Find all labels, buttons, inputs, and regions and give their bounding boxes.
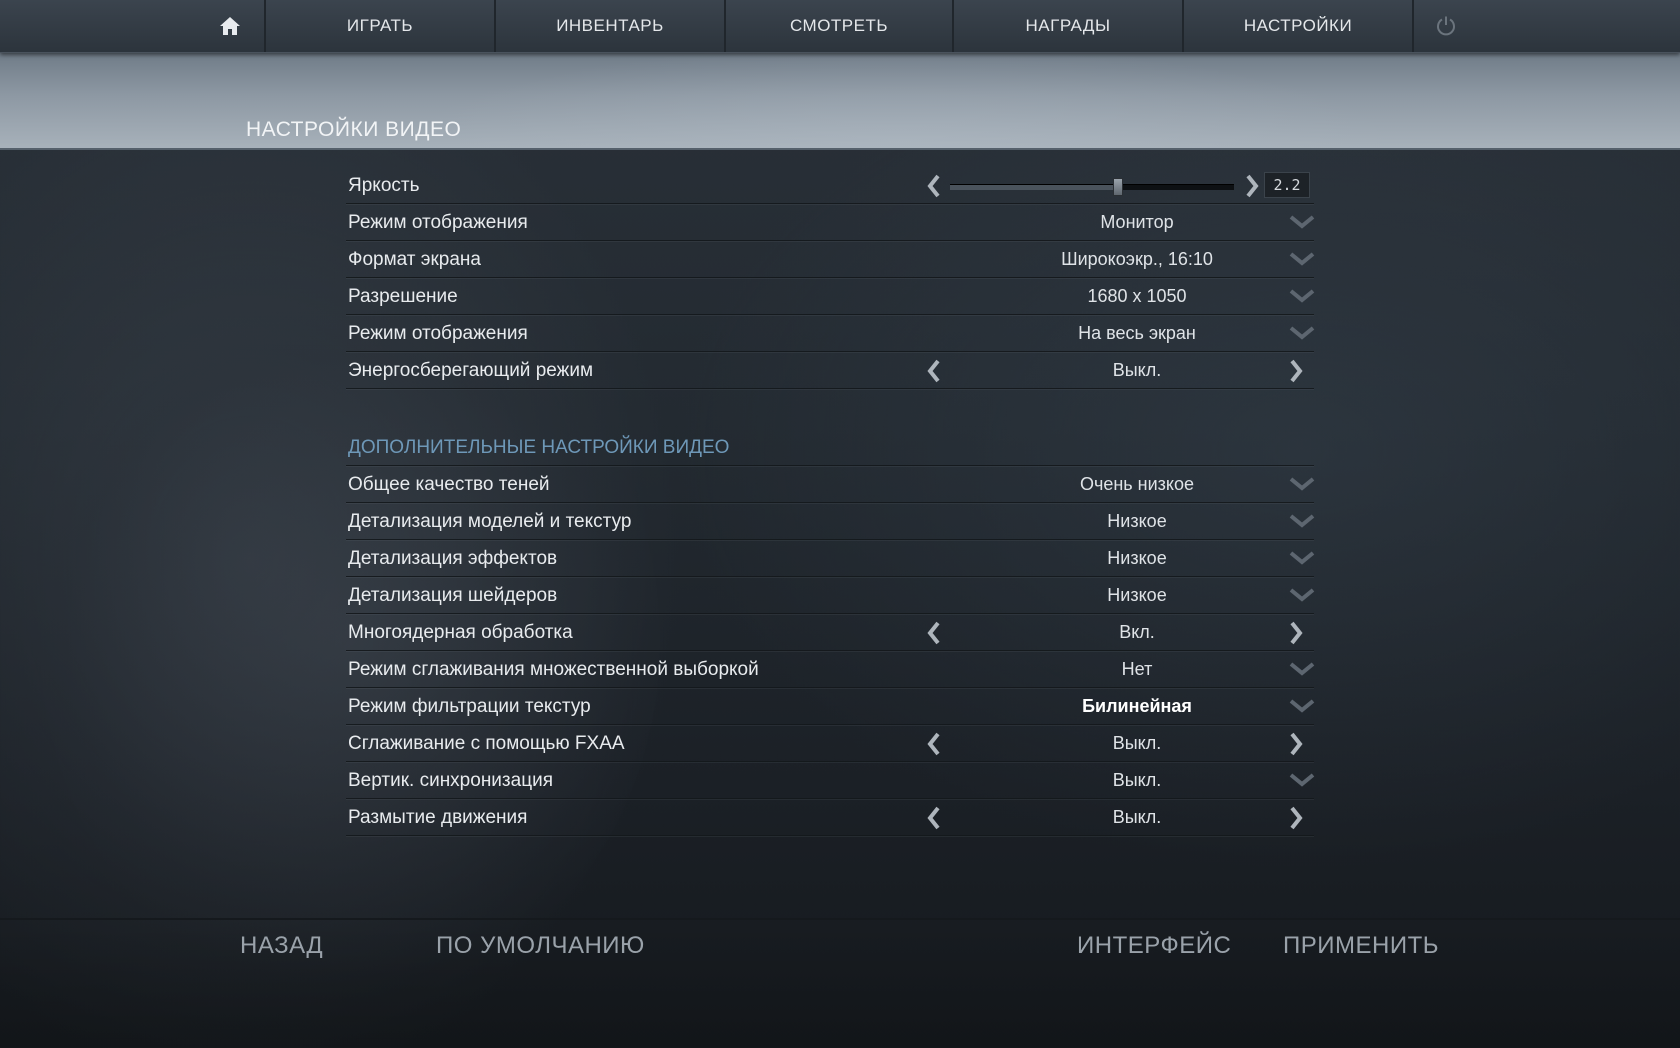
chevron-down-icon[interactable] [1288,586,1316,604]
prev-option-arrow-icon[interactable] [924,806,944,830]
setting-label: Многоядерная обработка [348,622,573,643]
prev-option-arrow-icon[interactable] [924,359,944,383]
setting-label: Детализация моделей и текстур [348,511,632,532]
chevron-down-icon[interactable] [1288,250,1316,268]
chevron-down-icon[interactable] [1288,287,1316,305]
setting-row-fxaa: Сглаживание с помощью FXAA Выкл. [346,726,1314,762]
setting-value: Низкое [1107,585,1167,605]
setting-row-multicore: Многоядерная обработка Вкл. [346,615,1314,651]
nav-home-button[interactable] [196,0,266,52]
page-title: НАСТРОЙКИ ВИДЕО [246,118,462,141]
setting-value: Широкоэкр., 16:10 [1061,249,1213,269]
setting-row-motion-blur: Размытие движения Выкл. [346,800,1314,836]
setting-label: Режим фильтрации текстур [348,696,591,717]
chevron-down-icon[interactable] [1288,475,1316,493]
setting-value: Монитор [1100,212,1174,232]
chevron-down-icon[interactable] [1288,549,1316,567]
chevron-down-icon[interactable] [1288,512,1316,530]
setting-value: Низкое [1107,511,1167,531]
slider-handle[interactable] [1112,178,1123,196]
nav-watch[interactable]: СМОТРЕТЬ [726,0,954,52]
setting-value: Вкл. [1119,622,1155,642]
next-option-arrow-icon[interactable] [1286,732,1306,756]
advanced-section-header: ДОПОЛНИТЕЛЬНЫЕ НАСТРОЙКИ ВИДЕО [346,430,1314,466]
setting-value: Выкл. [1112,770,1162,790]
setting-row-msaa[interactable]: Режим сглаживания множественной выборкой… [346,652,1316,688]
setting-row-brightness: Яркость 2.2 [346,168,1314,204]
nav-watch-label: СМОТРЕТЬ [789,16,889,35]
setting-row-power-saving: Энергосберегающий режим Выкл. [346,353,1314,389]
footer-bar: НАЗАД ПО УМОЛЧАНИЮ ИНТЕРФЕЙС ПРИМЕНИТЬ [0,918,1680,1048]
nav-rewards-label: НАГРАДЫ [1025,16,1111,35]
power-icon [1437,16,1455,36]
setting-value: На весь экран [1078,323,1196,343]
chevron-down-icon[interactable] [1288,213,1316,231]
slider-fill [950,185,1118,190]
setting-row-aspect-ratio[interactable]: Формат экрана Широкоэкр., 16:10 [346,242,1316,278]
next-option-arrow-icon[interactable] [1286,806,1306,830]
setting-label: Детализация эффектов [348,548,558,569]
setting-value: Очень низкое [1079,474,1195,494]
setting-label: Детализация шейдеров [348,585,558,606]
nav-inventory-label: ИНВЕНТАРЬ [556,16,664,35]
setting-value: Билинейная [1082,696,1192,716]
chevron-down-icon[interactable] [1288,660,1316,678]
prev-option-arrow-icon[interactable] [924,621,944,645]
apply-button[interactable]: ПРИМЕНИТЬ [1283,932,1439,960]
top-navigation: ИГРАТЬ ИНВЕНТАРЬ СМОТРЕТЬ НАГРАДЫ НАСТРО… [0,0,1680,53]
setting-row-resolution[interactable]: Разрешение 1680 x 1050 [346,279,1316,315]
setting-row-shadow-quality[interactable]: Общее качество теней Очень низкое [346,467,1316,503]
prev-option-arrow-icon[interactable] [924,732,944,756]
chevron-down-icon[interactable] [1288,697,1316,715]
decrease-arrow-icon[interactable] [924,174,944,198]
setting-value: 1680 x 1050 [1087,286,1187,306]
next-option-arrow-icon[interactable] [1286,621,1306,645]
setting-row-effect-detail[interactable]: Детализация эффектов Низкое [346,541,1316,577]
defaults-button[interactable]: ПО УМОЛЧАНИЮ [436,932,645,960]
back-button[interactable]: НАЗАД [240,932,323,960]
header-band: НАСТРОЙКИ ВИДЕО [0,52,1680,150]
nav-play-label: ИГРАТЬ [346,16,414,35]
nav-settings-label: НАСТРОЙКИ [1243,16,1353,35]
setting-label: Разрешение [348,286,458,307]
setting-value: Выкл. [1112,360,1162,380]
setting-value: Низкое [1107,548,1167,568]
nav-settings[interactable]: НАСТРОЙКИ [1184,0,1414,52]
setting-label: Формат экрана [348,249,481,270]
setting-label: Сглаживание с помощью FXAA [348,733,625,754]
power-button[interactable] [1414,0,1478,52]
increase-arrow-icon[interactable] [1242,174,1262,198]
chevron-down-icon[interactable] [1288,324,1316,342]
setting-label: Режим отображения [348,212,528,233]
setting-row-shader-detail[interactable]: Детализация шейдеров Низкое [346,578,1316,614]
setting-label: Яркость [348,175,420,196]
setting-label: Вертик. синхронизация [348,770,553,791]
setting-value: Нет [1121,659,1153,679]
brightness-slider[interactable] [950,178,1234,196]
setting-label: Общее качество теней [348,474,550,495]
nav-inventory[interactable]: ИНВЕНТАРЬ [496,0,726,52]
setting-label: Режим сглаживания множественной выборкой [348,659,759,680]
nav-rewards[interactable]: НАГРАДЫ [954,0,1184,52]
setting-value: Выкл. [1112,807,1162,827]
setting-row-model-texture-detail[interactable]: Детализация моделей и текстур Низкое [346,504,1316,540]
setting-value: Выкл. [1112,733,1162,753]
settings-list: Яркость 2.2 Режим отображения Монитор Фо… [346,168,1316,837]
setting-label: Энергосберегающий режим [348,360,594,381]
next-option-arrow-icon[interactable] [1286,359,1306,383]
setting-label: Режим отображения [348,323,528,344]
advanced-section-title: ДОПОЛНИТЕЛЬНЫЕ НАСТРОЙКИ ВИДЕО [348,437,730,458]
brightness-value[interactable]: 2.2 [1264,172,1310,198]
nav-play[interactable]: ИГРАТЬ [266,0,496,52]
chevron-down-icon[interactable] [1288,771,1316,789]
setting-row-window-mode[interactable]: Режим отображения На весь экран [346,316,1316,352]
interface-button[interactable]: ИНТЕРФЕЙС [1077,932,1231,960]
setting-row-texture-filtering[interactable]: Режим фильтрации текстур Билинейная [346,689,1316,725]
setting-label: Размытие движения [348,807,528,828]
home-icon [220,17,240,35]
setting-row-vsync[interactable]: Вертик. синхронизация Выкл. [346,763,1316,799]
setting-row-display-mode[interactable]: Режим отображения Монитор [346,205,1316,241]
